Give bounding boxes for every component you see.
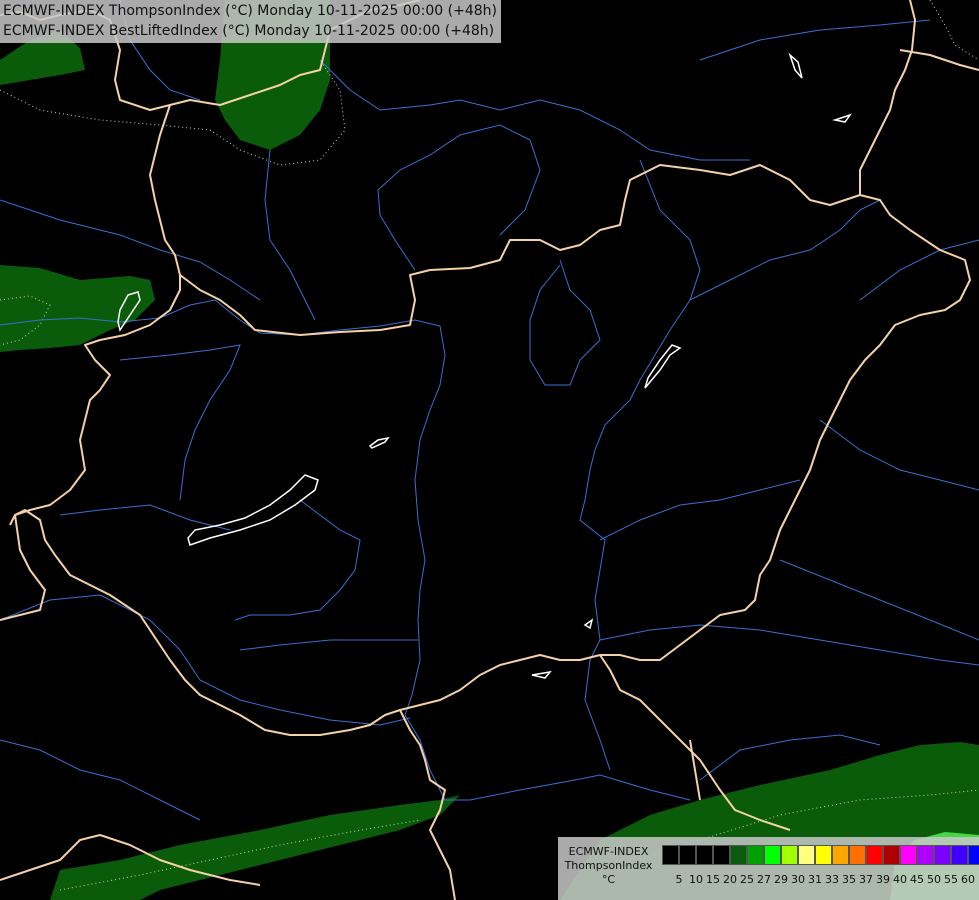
weather-map xyxy=(0,0,979,900)
legend-swatch xyxy=(713,845,730,865)
legend-swatch xyxy=(866,845,883,865)
map-background xyxy=(0,0,979,900)
legend-swatch xyxy=(662,845,679,865)
legend-swatch xyxy=(968,845,979,865)
legend-swatch xyxy=(781,845,798,865)
legend-swatch xyxy=(900,845,917,865)
legend-swatch xyxy=(696,845,713,865)
legend-swatch xyxy=(951,845,968,865)
legend-swatches xyxy=(662,845,979,865)
legend-swatch xyxy=(679,845,696,865)
map-title-line-1: ECMWF-INDEX ThompsonIndex (°C) Monday 10… xyxy=(3,3,497,19)
legend-swatch xyxy=(849,845,866,865)
legend-swatch xyxy=(747,845,764,865)
legend-name: ECMWF-INDEX ThompsonIndex °C xyxy=(558,845,659,887)
legend-swatch xyxy=(832,845,849,865)
map-title-line-2: ECMWF-INDEX BestLiftedIndex (°C) Monday … xyxy=(3,23,495,39)
legend-tick-label: 60 xyxy=(961,873,975,886)
legend-name-line-1: ECMWF-INDEX xyxy=(568,845,649,858)
map-title-box: ECMWF-INDEX ThompsonIndex (°C) Monday 10… xyxy=(0,0,501,43)
legend-swatch xyxy=(917,845,934,865)
legend-swatch xyxy=(798,845,815,865)
legend-swatch xyxy=(815,845,832,865)
legend-swatch xyxy=(764,845,781,865)
legend-name-line-2: ThompsonIndex xyxy=(564,859,653,872)
legend-name-line-3: °C xyxy=(601,873,616,886)
legend-swatch xyxy=(883,845,900,865)
color-legend: ECMWF-INDEX ThompsonIndex °C 5 10 15 20 25 27… xyxy=(558,837,979,900)
legend-swatch xyxy=(730,845,747,865)
legend-swatch xyxy=(934,845,951,865)
